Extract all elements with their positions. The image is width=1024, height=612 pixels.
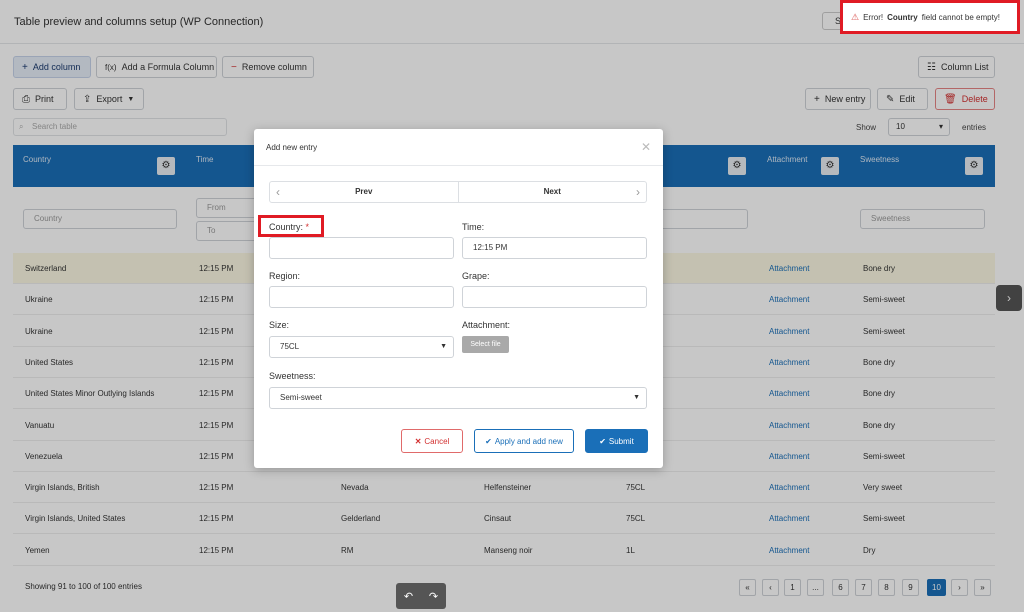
grape-label: Grape: xyxy=(462,271,490,281)
apply-label: Apply and add new xyxy=(494,436,563,446)
sweetness-label: Sweetness: xyxy=(269,371,316,381)
prev-button[interactable]: ‹ Prev xyxy=(270,182,458,202)
required-marker: * xyxy=(305,222,310,232)
check-circle-icon: ✔ xyxy=(599,436,606,446)
country-label: Country: * xyxy=(269,222,309,232)
region-label: Region: xyxy=(269,271,301,281)
error-toast: ⚠ Error! Country field cannot be empty! xyxy=(840,0,1020,34)
next-label: Next xyxy=(543,187,561,196)
modal-divider xyxy=(254,165,663,166)
cancel-label: Cancel xyxy=(424,436,450,446)
prev-label: Prev xyxy=(355,187,373,196)
grape-input[interactable] xyxy=(462,286,647,308)
time-label: Time: xyxy=(462,222,485,232)
apply-and-add-new-button[interactable]: ✔ Apply and add new xyxy=(474,429,574,453)
next-button[interactable]: Next › xyxy=(457,182,647,202)
undo-icon[interactable]: ↶ xyxy=(404,590,413,603)
chevron-right-icon: › xyxy=(636,185,640,199)
caret-down-icon: ▼ xyxy=(440,343,447,350)
size-label: Size: xyxy=(269,320,290,330)
warning-icon: ⚠ xyxy=(851,12,860,22)
caret-down-icon: ▼ xyxy=(633,394,640,401)
submit-label: Submit xyxy=(608,436,634,446)
sweetness-select[interactable]: Semi-sweet ▼ xyxy=(269,387,647,409)
region-input[interactable] xyxy=(269,286,454,308)
cancel-button[interactable]: ✕ Cancel xyxy=(401,429,463,453)
submit-button[interactable]: ✔ Submit xyxy=(585,429,648,453)
undo-redo-bar: ↶ ↷ xyxy=(396,583,446,609)
check-circle-icon: ✔ xyxy=(485,436,492,446)
add-entry-modal: Add new entry ✕ ‹ Prev Next › Country: *… xyxy=(254,129,663,468)
sweetness-value: Semi-sweet xyxy=(280,393,322,402)
select-file-button[interactable]: Select file xyxy=(462,336,509,353)
toast-field: Country xyxy=(887,13,918,22)
size-select[interactable]: 75CL ▼ xyxy=(269,336,454,358)
country-input[interactable] xyxy=(269,237,454,259)
modal-title: Add new entry xyxy=(266,143,318,152)
attachment-label: Attachment: xyxy=(462,320,511,330)
country-label-text: Country: xyxy=(269,222,304,232)
redo-icon[interactable]: ↷ xyxy=(429,590,438,603)
chevron-left-icon: ‹ xyxy=(276,185,280,199)
time-input[interactable]: 12:15 PM xyxy=(462,237,647,259)
close-icon[interactable]: ✕ xyxy=(641,140,651,154)
size-value: 75CL xyxy=(280,342,300,351)
toast-prefix: Error! xyxy=(863,13,884,22)
record-navigation: ‹ Prev Next › xyxy=(269,181,647,203)
toast-suffix: field cannot be empty! xyxy=(921,13,1001,22)
close-icon: ✕ xyxy=(414,436,422,446)
